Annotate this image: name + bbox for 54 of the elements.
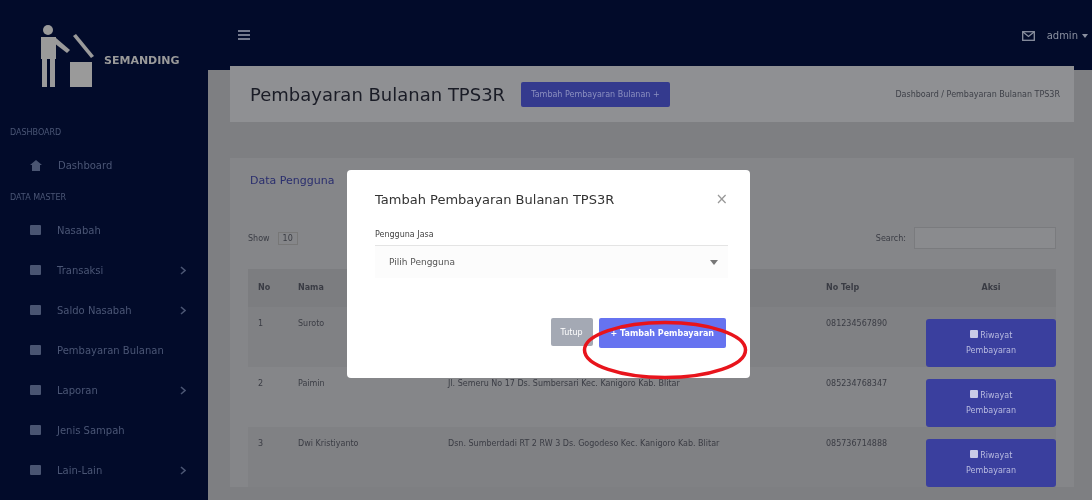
page-title: Pembayaran Bulanan TPS3R bbox=[250, 83, 506, 105]
table-cell-text: Dwi Kristiyanto bbox=[297, 439, 360, 448]
payment-history-button[interactable]: Riwayat Pembayaran bbox=[926, 319, 1056, 367]
square-icon bbox=[30, 465, 41, 475]
caret-icon[interactable] bbox=[1082, 33, 1088, 38]
search-label: Search: bbox=[875, 233, 906, 243]
brand-name: SEMANDING bbox=[104, 53, 180, 67]
table-cell-text: 085234768347 bbox=[826, 379, 889, 388]
square-icon bbox=[30, 265, 41, 275]
breadcrumb: Dashboard / Pembayaran Bulanan TPS3R bbox=[895, 89, 1060, 99]
payment-history-button[interactable]: Riwayat Pembayaran bbox=[926, 379, 1056, 427]
close-button[interactable]: × bbox=[715, 190, 728, 208]
card-title: Data Pengguna bbox=[249, 173, 336, 187]
square-icon bbox=[969, 449, 978, 458]
column-header[interactable]: No Telp bbox=[826, 283, 926, 292]
add-payment-button[interactable]: Tambah Pembayaran Bulanan + bbox=[521, 81, 670, 107]
table-cell-text: Suroto bbox=[297, 319, 326, 328]
square-icon bbox=[30, 425, 41, 435]
table-cell: Jl. Semeru No 17 Ds. Sumbersari Kec. Kanigoro Kab. Blitar bbox=[448, 379, 680, 388]
mail-icon[interactable] bbox=[1021, 30, 1035, 41]
sidebar-heading: DASHBOARD bbox=[9, 127, 63, 139]
table-cell-text: 081234567890 bbox=[826, 319, 889, 328]
sidebar-item[interactable]: Dashboard bbox=[0, 145, 208, 185]
sidebar-item[interactable]: Transaksi bbox=[0, 250, 208, 290]
show-label: Show bbox=[248, 233, 270, 243]
table-cell-text: 2 bbox=[257, 379, 265, 388]
square-icon bbox=[30, 385, 41, 395]
caret-icon bbox=[710, 259, 718, 265]
square-icon bbox=[30, 345, 41, 355]
payment-history-button[interactable]: Riwayat Pembayaran bbox=[926, 439, 1056, 487]
user-menu[interactable]: admin bbox=[1046, 30, 1078, 41]
home-icon bbox=[30, 159, 42, 171]
square-icon bbox=[969, 389, 978, 398]
table-cell-text: 1 bbox=[257, 319, 265, 328]
page-size-select[interactable]: 10 bbox=[277, 231, 298, 245]
table-cell-text: Paimin bbox=[297, 379, 326, 388]
square-icon bbox=[969, 329, 978, 338]
sidebar-item[interactable]: Jenis Sampah bbox=[0, 410, 208, 450]
sidebar-item[interactable]: Nasabah bbox=[0, 210, 208, 250]
menu-icon[interactable] bbox=[238, 30, 250, 40]
table-cell-text: 3 bbox=[257, 439, 265, 448]
sidebar-item[interactable]: Pembayaran Bulanan bbox=[0, 330, 208, 370]
sidebar-heading: DATA MASTER bbox=[9, 192, 68, 204]
square-icon bbox=[30, 305, 41, 315]
column-header[interactable]: No bbox=[248, 283, 292, 292]
table-cell: Dsn. Sumberdadi RT 2 RW 3 Ds. Gogodeso Kec. Kanigoro Kab. Blitar bbox=[448, 439, 720, 448]
modal-title: Tambah Pembayaran Bulanan TPS3R bbox=[375, 191, 615, 207]
sidebar-item[interactable]: Saldo Nasabah bbox=[0, 290, 208, 330]
close-button[interactable]: Tutup bbox=[550, 318, 593, 346]
sidebar-item[interactable]: Lain-Lain bbox=[0, 450, 208, 490]
table-cell-text: 085736714888 bbox=[826, 439, 889, 448]
sidebar-item[interactable]: Laporan bbox=[0, 370, 208, 410]
square-icon bbox=[30, 225, 41, 235]
column-header[interactable]: Aksi bbox=[926, 283, 1056, 292]
